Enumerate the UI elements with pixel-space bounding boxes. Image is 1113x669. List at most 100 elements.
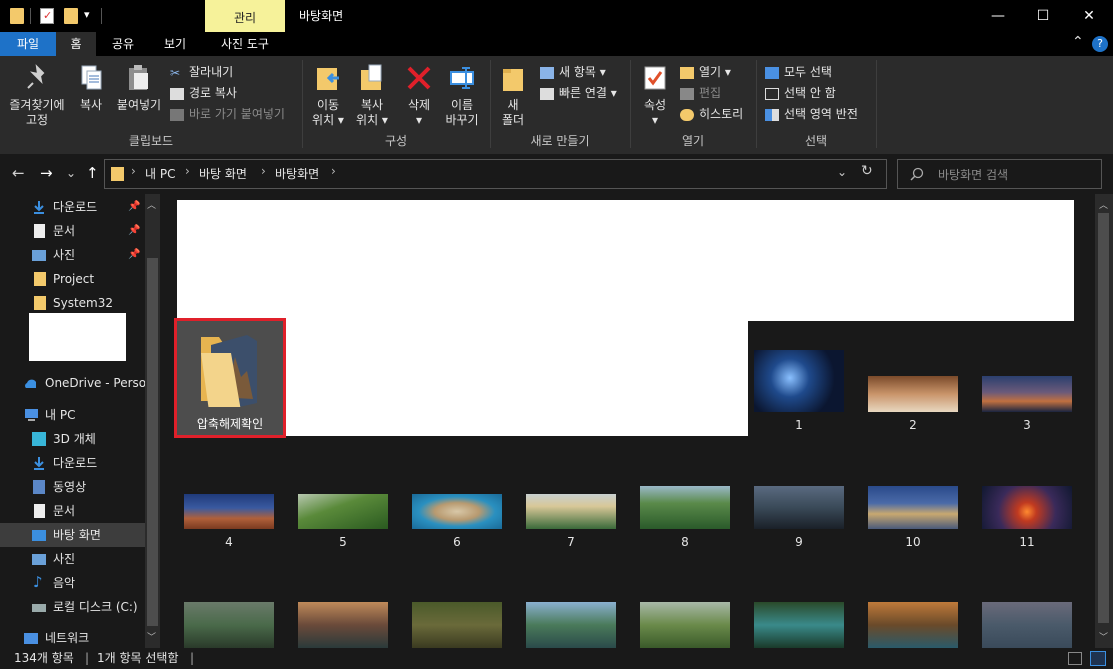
- group-label-select: 선택: [804, 134, 828, 148]
- 3d-objects-icon: [32, 432, 46, 446]
- image-thumbnail: [868, 486, 958, 529]
- nav-item-system32[interactable]: System32: [0, 291, 145, 315]
- folder-item-selected[interactable]: 압축해제확인: [174, 318, 286, 438]
- nav-item-documents-quick[interactable]: 문서 📌: [0, 219, 145, 243]
- move-to-button[interactable]: 이동 위치 ▾: [306, 64, 350, 128]
- address-bar[interactable]: › 내 PC › 바탕 화면 › 바탕화면 › ⌄ ↻: [104, 159, 887, 189]
- image-thumbnail[interactable]: [754, 602, 844, 648]
- edit-icon: [680, 87, 694, 100]
- image-thumbnail: [640, 486, 730, 529]
- nav-item-videos[interactable]: 동영상: [0, 475, 145, 499]
- breadcrumb-separator: ›: [131, 164, 136, 178]
- image-thumbnail[interactable]: [412, 602, 502, 648]
- image-label: 1: [795, 418, 803, 432]
- scroll-down-icon[interactable]: ﹀: [1099, 630, 1108, 643]
- nav-item-project[interactable]: Project: [0, 267, 145, 291]
- tab-manage[interactable]: 관리: [205, 0, 285, 32]
- properties-icon[interactable]: ✓: [40, 8, 54, 24]
- edit-button[interactable]: 편집: [680, 83, 721, 103]
- nav-item-local-disk[interactable]: 로컬 디스크 (C:): [0, 595, 145, 619]
- nav-item-music[interactable]: ♪ 음악: [0, 571, 145, 595]
- item-count: 134개 항목: [14, 651, 74, 665]
- tab-home[interactable]: 홈: [56, 32, 96, 56]
- breadcrumb-desktop[interactable]: 바탕 화면: [199, 165, 247, 182]
- nav-item-label: 내 PC: [45, 408, 76, 422]
- easy-access-button[interactable]: 빠른 연결 ▾: [540, 83, 617, 103]
- image-thumbnail[interactable]: [526, 602, 616, 648]
- search-box[interactable]: 바탕화면 검색: [897, 159, 1102, 189]
- maximize-button[interactable]: ☐: [1020, 0, 1066, 32]
- paste-button[interactable]: 붙여넣기: [112, 64, 166, 113]
- select-none-label: 선택 안 함: [784, 86, 836, 100]
- forward-button[interactable]: →: [40, 164, 53, 182]
- pin-to-quick-access-button[interactable]: 즐겨찾기에 고정: [4, 64, 70, 128]
- tab-view[interactable]: 보기: [152, 32, 198, 56]
- nav-pane-scroll-thumb[interactable]: [147, 258, 158, 626]
- help-icon[interactable]: ?: [1092, 36, 1108, 52]
- new-folder-quick-icon[interactable]: [64, 8, 78, 24]
- delete-button[interactable]: 삭제 ▾: [400, 64, 438, 128]
- nav-item-label: Project: [53, 272, 95, 286]
- copy-path-button[interactable]: 경로 복사: [170, 83, 237, 103]
- refresh-button[interactable]: ↻: [861, 163, 873, 179]
- tab-file[interactable]: 파일: [0, 32, 56, 56]
- properties-button[interactable]: 속성 ▾: [636, 64, 674, 128]
- folder-name: 압축해제확인: [196, 417, 264, 431]
- nav-item-label: 사진: [53, 552, 76, 566]
- image-thumbnail[interactable]: [298, 602, 388, 648]
- status-bar: 134개 항목 | 1개 항목 선택함 |: [0, 648, 1113, 669]
- copy-button[interactable]: 복사: [72, 64, 110, 113]
- ribbon: 즐겨찾기에 고정 복사 붙여넣기 ✂ 잘라내기 경로 복사 바로 가기 붙여넣기 …: [0, 56, 1113, 154]
- address-dropdown-icon[interactable]: ⌄: [837, 165, 847, 179]
- image-thumbnail[interactable]: [640, 602, 730, 648]
- nav-item-network[interactable]: 네트워크: [0, 626, 145, 650]
- invert-selection-icon: [765, 108, 779, 121]
- nav-item-downloads-quick[interactable]: 다운로드 📌: [0, 195, 145, 219]
- history-button[interactable]: 히스토리: [680, 104, 743, 124]
- nav-item-pictures[interactable]: 사진: [0, 547, 145, 571]
- select-none-button[interactable]: 선택 안 함: [765, 83, 836, 103]
- details-view-icon[interactable]: [1068, 652, 1082, 665]
- file-view-scroll-thumb[interactable]: [1098, 213, 1109, 623]
- customize-quick-access-icon[interactable]: ▾: [84, 8, 90, 21]
- tab-share[interactable]: 공유: [100, 32, 146, 56]
- nav-item-pictures-quick[interactable]: 사진 📌: [0, 243, 145, 267]
- large-icons-view-icon[interactable]: [1090, 651, 1106, 666]
- new-folder-button[interactable]: 새 폴더: [494, 64, 532, 128]
- close-button[interactable]: ✕: [1066, 0, 1112, 32]
- nav-item-this-pc[interactable]: 내 PC: [0, 403, 145, 427]
- back-button[interactable]: ←: [12, 164, 25, 182]
- breadcrumb-this-pc[interactable]: 내 PC: [145, 165, 175, 182]
- copy-path-label: 경로 복사: [189, 86, 237, 100]
- nav-item-downloads[interactable]: 다운로드: [0, 451, 145, 475]
- up-button[interactable]: ↑: [86, 164, 99, 182]
- scroll-up-icon[interactable]: ︿: [1099, 198, 1108, 211]
- cut-button[interactable]: ✂ 잘라내기: [170, 62, 233, 82]
- image-thumbnail: [982, 486, 1072, 529]
- select-all-button[interactable]: 모두 선택: [765, 62, 832, 82]
- recent-locations-button[interactable]: ⌄: [66, 166, 76, 180]
- breadcrumb-current[interactable]: 바탕화면: [275, 165, 319, 182]
- select-all-icon: [765, 66, 779, 79]
- scroll-up-icon[interactable]: ︿: [147, 198, 156, 211]
- paste-shortcut-button[interactable]: 바로 가기 붙여넣기: [170, 104, 285, 124]
- nav-item-desktop[interactable]: 바탕 화면: [0, 523, 145, 547]
- scroll-down-icon[interactable]: ﹀: [147, 630, 156, 643]
- nav-item-onedrive[interactable]: OneDrive - Persor: [0, 371, 145, 395]
- rename-button[interactable]: 이름 바꾸기: [440, 64, 484, 128]
- copy-to-button[interactable]: 복사 위치 ▾: [350, 64, 394, 128]
- nav-item-documents[interactable]: 문서: [0, 499, 145, 523]
- invert-selection-button[interactable]: 선택 영역 반전: [765, 104, 858, 124]
- collapse-ribbon-icon[interactable]: ⌃: [1072, 34, 1084, 50]
- tab-picture-tools[interactable]: 사진 도구: [205, 32, 285, 56]
- copy-path-icon: [170, 87, 184, 100]
- minimize-button[interactable]: —: [975, 0, 1021, 32]
- image-thumbnail[interactable]: [184, 602, 274, 648]
- image-thumbnail[interactable]: [868, 602, 958, 648]
- image-thumbnail[interactable]: [982, 602, 1072, 648]
- title-bar: ✓ ▾ 관리 바탕화면 — ☐ ✕: [0, 0, 1113, 32]
- new-item-button[interactable]: 새 항목 ▾: [540, 62, 606, 82]
- nav-item-3d-objects[interactable]: 3D 개체: [0, 427, 145, 451]
- nav-item-label: 다운로드: [53, 200, 98, 214]
- open-button[interactable]: 열기 ▾: [680, 62, 731, 82]
